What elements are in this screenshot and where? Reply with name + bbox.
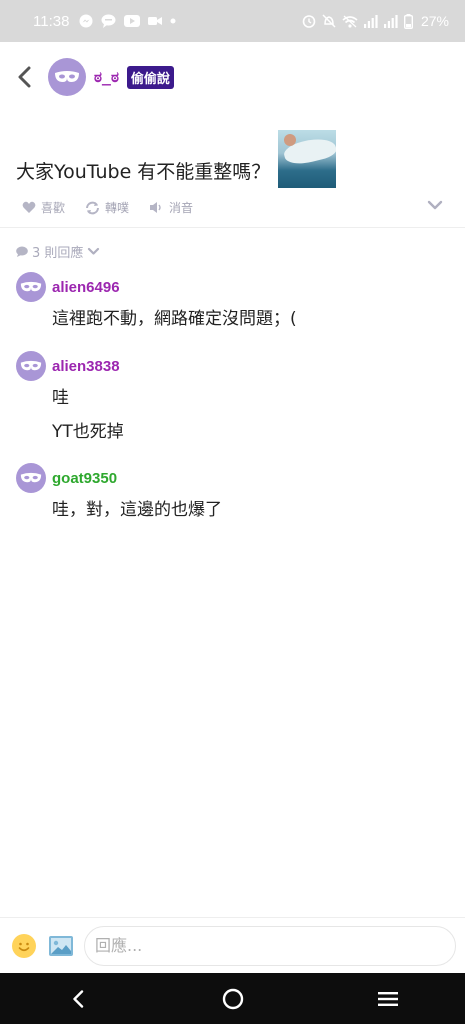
chevron-left-icon xyxy=(18,66,31,88)
replies-count-label: 3 則回應 xyxy=(32,246,84,261)
commenter-avatar[interactable] xyxy=(16,351,46,381)
status-time: 11:38 xyxy=(33,12,70,30)
post: 大家YouTube 有不能重整嗎？ 喜歡 轉噗 消音 xyxy=(0,112,465,228)
reply-input-bar xyxy=(0,917,465,973)
wifi-icon xyxy=(342,15,358,28)
chat-icon xyxy=(101,14,116,28)
home-circle-icon xyxy=(222,988,243,1009)
heart-icon xyxy=(22,201,36,213)
mask-icon xyxy=(20,360,42,371)
post-image-thumbnail[interactable] xyxy=(278,130,337,188)
comment-icon xyxy=(16,246,28,257)
mute-label: 消音 xyxy=(169,201,194,215)
commenter-name[interactable]: goat9350 xyxy=(52,470,117,487)
board-badge[interactable]: 偷偷說 xyxy=(126,65,174,89)
comment-text: YT也死掉 xyxy=(52,422,124,442)
comment-text: 哇，對，這邊的也爆了 xyxy=(52,500,222,520)
mask-icon xyxy=(55,71,79,82)
like-label: 喜歡 xyxy=(41,201,66,215)
reply-input[interactable] xyxy=(84,925,456,966)
youtube-icon xyxy=(124,15,141,27)
alarm-icon xyxy=(302,15,316,28)
mute-icon xyxy=(322,14,336,28)
replies-toggle[interactable]: 3 則回應 xyxy=(16,242,100,261)
back-button[interactable] xyxy=(12,59,36,95)
mask-icon xyxy=(20,281,42,292)
chevron-down-icon[interactable] xyxy=(427,200,443,210)
nav-back-button[interactable] xyxy=(48,979,108,1019)
mask-icon xyxy=(20,472,42,483)
comment-header: goat9350 xyxy=(16,463,446,493)
post-header: ಠ_ಠ 偷偷說 xyxy=(0,42,465,112)
comment-text: 這裡跑不動，網路確定沒問題；( xyxy=(52,309,297,329)
messenger-icon xyxy=(79,14,93,28)
signal-icon xyxy=(383,14,398,28)
image-upload-icon[interactable] xyxy=(48,935,74,957)
notification-icons xyxy=(79,14,176,28)
video-icon xyxy=(148,17,163,25)
like-button[interactable]: 喜歡 xyxy=(22,199,65,216)
mute-button[interactable]: 消音 xyxy=(149,199,193,216)
comment-header: alien3838 xyxy=(16,351,446,381)
chevron-left-icon xyxy=(72,989,83,1008)
menu-lines-icon xyxy=(377,991,398,1006)
comment-text: 哇 xyxy=(52,388,69,408)
smiley-icon xyxy=(13,934,35,957)
battery-icon xyxy=(403,13,413,29)
chevron-down-icon xyxy=(88,247,100,255)
repost-button[interactable]: 轉噗 xyxy=(85,199,129,216)
system-navigation-bar xyxy=(0,973,465,1024)
comment-item: alien6496 這裡跑不動，網路確定沒問題；( xyxy=(16,272,446,336)
post-content: 大家YouTube 有不能重整嗎？ xyxy=(0,112,465,188)
signal-icon xyxy=(363,14,378,28)
repost-label: 轉噗 xyxy=(105,201,130,215)
nav-home-button[interactable] xyxy=(203,979,263,1019)
nav-recents-button[interactable] xyxy=(358,979,418,1019)
commenter-avatar[interactable] xyxy=(16,463,46,493)
author-name[interactable]: ಠ_ಠ xyxy=(94,68,119,86)
commenter-avatar[interactable] xyxy=(16,272,46,302)
comment-header: alien6496 xyxy=(16,272,446,302)
comment-item: goat9350 哇，對，這邊的也爆了 xyxy=(16,463,446,527)
comment-item: alien3838 哇 YT也死掉 xyxy=(16,351,446,449)
emoji-button[interactable] xyxy=(12,933,36,958)
speaker-icon xyxy=(150,202,161,213)
post-actions: 喜歡 轉噗 消音 xyxy=(0,188,465,228)
system-icons: 27% xyxy=(302,13,449,29)
post-text: 大家YouTube 有不能重整嗎？ xyxy=(16,161,271,183)
commenter-name[interactable]: alien3838 xyxy=(52,358,120,375)
status-bar: 11:38 27% xyxy=(0,0,465,42)
author-avatar[interactable] xyxy=(48,58,86,96)
commenter-name[interactable]: alien6496 xyxy=(52,279,120,296)
battery-percentage: 27% xyxy=(420,13,449,29)
dot-icon xyxy=(170,18,176,24)
repost-icon xyxy=(86,201,100,214)
